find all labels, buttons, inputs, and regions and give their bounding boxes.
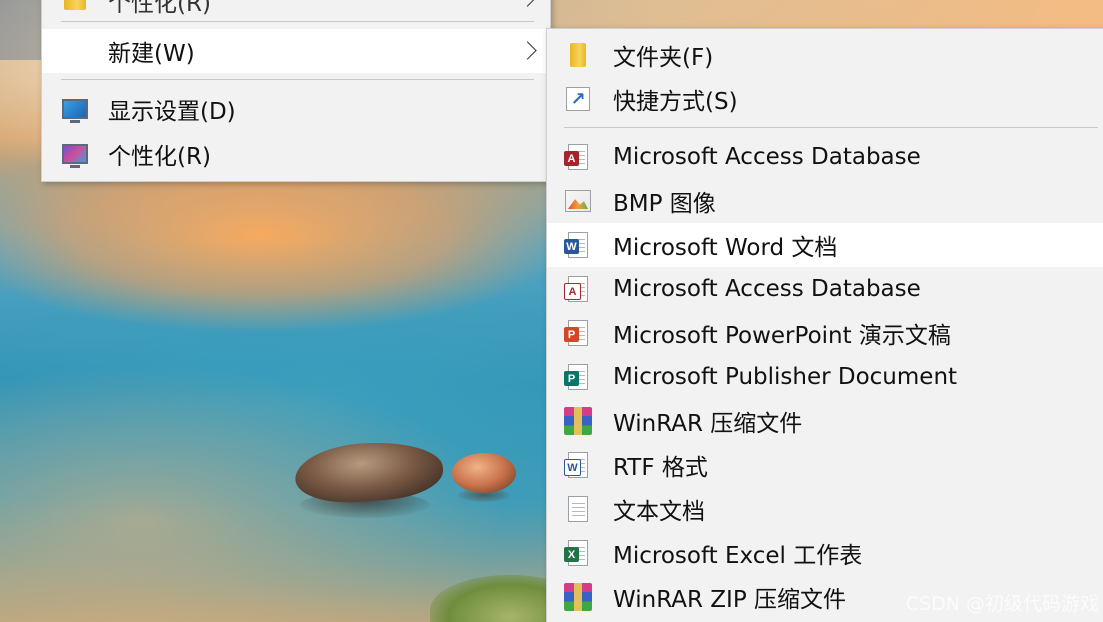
menu-item-access-database-2[interactable]: A Microsoft Access Database: [547, 267, 1103, 311]
wallpaper-rock-small: [452, 453, 516, 493]
menu-item-label: Microsoft Publisher Document: [613, 364, 958, 390]
rtf-icon: W: [564, 451, 592, 479]
menu-separator: [61, 21, 534, 22]
menu-item-label: Microsoft PowerPoint 演示文稿: [613, 323, 951, 349]
menu-item-cut-off[interactable]: 个性化(R): [42, 0, 550, 23]
menu-item-label: Microsoft Excel 工作表: [613, 543, 863, 569]
shortcut-icon: ↗: [564, 85, 592, 113]
chevron-right-icon: [518, 41, 537, 60]
access-icon: A: [564, 143, 592, 171]
access-icon: A: [564, 275, 592, 303]
menu-item-publisher[interactable]: P Microsoft Publisher Document: [547, 355, 1103, 399]
menu-item-excel[interactable]: X Microsoft Excel 工作表: [547, 531, 1103, 575]
powerpoint-icon: P: [564, 319, 592, 347]
menu-item-label: 个性化(R): [108, 144, 211, 170]
excel-icon: X: [564, 539, 592, 567]
chevron-right-icon: [518, 0, 537, 7]
menu-item-label: Microsoft Access Database: [613, 144, 921, 170]
bmp-image-icon: [564, 187, 592, 215]
menu-item-winrar-archive[interactable]: WinRAR 压缩文件: [547, 399, 1103, 443]
text-document-icon: [564, 495, 592, 523]
menu-item-folder[interactable]: 文件夹(F): [547, 33, 1103, 77]
menu-item-label: 快捷方式(S): [613, 89, 738, 115]
menu-item-bmp-image[interactable]: BMP 图像: [547, 179, 1103, 223]
menu-item-rtf[interactable]: W RTF 格式: [547, 443, 1103, 487]
menu-item-access-database[interactable]: A Microsoft Access Database: [547, 135, 1103, 179]
menu-item-text-document[interactable]: 文本文档: [547, 487, 1103, 531]
menu-separator: [564, 127, 1098, 128]
menu-item-label: 文本文档: [613, 499, 705, 525]
menu-item-label: RTF 格式: [613, 455, 708, 481]
menu-item-label: WinRAR 压缩文件: [613, 411, 803, 437]
menu-item-label: 文件夹(F): [613, 45, 714, 71]
menu-item-word-document[interactable]: W Microsoft Word 文档: [547, 223, 1103, 267]
display-settings-icon: [61, 95, 89, 123]
menu-item-label: 显示设置(D): [108, 99, 236, 125]
folder-icon: [61, 0, 89, 15]
new-submenu: 文件夹(F) ↗ 快捷方式(S) A Microsoft Access Data…: [546, 28, 1103, 622]
menu-item-label: WinRAR ZIP 压缩文件: [613, 587, 846, 613]
personalize-icon: [61, 140, 89, 168]
menu-item-label: 新建(W): [108, 41, 195, 67]
winrar-zip-icon: [564, 583, 592, 611]
menu-item-new[interactable]: 新建(W): [42, 29, 550, 73]
word-icon: W: [564, 231, 592, 259]
watermark: CSDN @初级代码游戏: [905, 593, 1099, 615]
menu-item-display-settings[interactable]: 显示设置(D): [42, 87, 550, 131]
menu-separator: [61, 79, 534, 80]
menu-item-label: Microsoft Word 文档: [613, 235, 838, 261]
menu-item-powerpoint[interactable]: P Microsoft PowerPoint 演示文稿: [547, 311, 1103, 355]
publisher-icon: P: [564, 363, 592, 391]
menu-item-personalize[interactable]: 个性化(R): [42, 132, 550, 176]
winrar-icon: [564, 407, 592, 435]
menu-item-label: BMP 图像: [613, 191, 716, 217]
menu-item-label: Microsoft Access Database: [613, 276, 921, 302]
folder-icon: [564, 41, 592, 69]
menu-item-shortcut[interactable]: ↗ 快捷方式(S): [547, 77, 1103, 121]
wallpaper-rock-large: [293, 437, 445, 507]
desktop-context-menu: 个性化(R) 新建(W) 显示设置(D) 个性化(R): [41, 0, 551, 182]
menu-item-label: 个性化(R): [108, 0, 211, 17]
